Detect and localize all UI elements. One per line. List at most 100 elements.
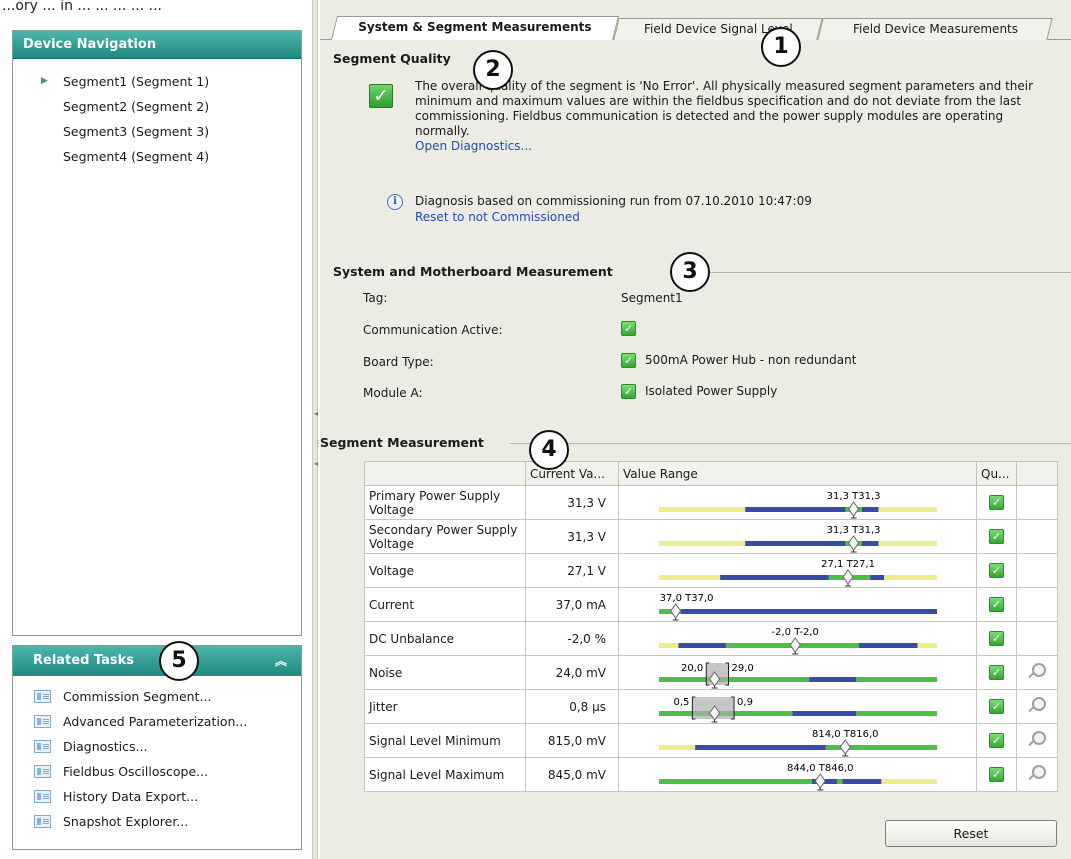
task-window-icon <box>34 690 51 703</box>
quality-cell: ✓ <box>976 757 1017 792</box>
task-diagnostics[interactable]: Diagnostics... <box>13 734 301 759</box>
table-row[interactable]: Noise 24,0 mV 20,0 29,0 ✓ <box>364 655 1058 690</box>
range-band <box>809 677 857 682</box>
zoom-cell[interactable] <box>1016 655 1058 690</box>
range-marker-diamond <box>789 637 801 653</box>
top-caption: ...ory ... in ... ... ... ... ... <box>2 0 162 14</box>
reset-not-commissioned-link[interactable]: Reset to not Commissioned <box>415 210 580 224</box>
range-label: 31,3 T31,3 <box>827 491 881 502</box>
magnifier-icon[interactable] <box>1028 730 1046 748</box>
reset-button[interactable]: Reset <box>885 820 1057 847</box>
range-band <box>659 677 810 682</box>
magnifier-icon[interactable] <box>1028 764 1046 782</box>
measurement-name: Secondary Power Supply Voltage <box>364 519 526 554</box>
info-icon: i <box>387 194 403 210</box>
table-row[interactable]: Secondary Power Supply Voltage 31,3 V 31,3… <box>364 519 1058 554</box>
table-row[interactable]: Signal Level Maximum 845,0 mV 844,0 T846,0… <box>364 757 1058 792</box>
related-tasks-title: Related Tasks <box>33 653 135 668</box>
task-snapshot-explorer[interactable]: Snapshot Explorer... <box>13 809 301 834</box>
task-advanced-parameterization[interactable]: Advanced Parameterization... <box>13 709 301 734</box>
task-window-icon <box>34 740 51 753</box>
table-row[interactable]: Current 37,0 mA 37,0 T37,0 ✓ <box>364 587 1058 622</box>
magnifier-icon[interactable] <box>1028 696 1046 714</box>
range-marker-tick <box>842 754 849 757</box>
quality-text: The overall quality of the segment is 'N… <box>415 79 1034 138</box>
table-row[interactable]: Voltage 27,1 V 27,1 T27,1 ✓ <box>364 553 1058 588</box>
column-header-quality[interactable]: Qu... <box>976 461 1017 486</box>
table-row[interactable]: DC Unbalance -2,0 % -2,0 T-2,0 ✓ <box>364 621 1058 656</box>
range-max-label: 29,0 <box>732 663 754 674</box>
zoom-cell[interactable] <box>1016 689 1058 724</box>
board-type-label: Board Type: <box>363 355 434 369</box>
range-bar-graphic: 20,0 29,0 <box>659 662 937 689</box>
range-band <box>695 745 826 750</box>
value-range-bar: 27,1 T27,1 <box>618 553 977 588</box>
range-band <box>856 677 937 682</box>
expand-arrow-icon[interactable]: ▶ <box>41 69 48 94</box>
range-marker-diamond <box>839 739 851 755</box>
section-divider <box>706 272 1071 273</box>
diagnosis-info: Diagnosis based on commissioning run fro… <box>415 193 812 225</box>
collapse-chevron-icon[interactable]: ︽ <box>275 646 287 676</box>
zoom-cell <box>1016 587 1058 622</box>
column-header-value-range[interactable]: Value Range <box>618 461 977 486</box>
table-row[interactable]: Signal Level Minimum 815,0 mV 814,0 T816,0… <box>364 723 1058 758</box>
open-diagnostics-link[interactable]: Open Diagnostics... <box>415 139 532 153</box>
tab-field-device-measurements[interactable]: Field Device Measurements <box>817 18 1053 40</box>
range-bar-graphic: 27,1 T27,1 <box>659 559 937 587</box>
device-navigation-title: Device Navigation <box>13 31 301 59</box>
table-row[interactable]: Jitter 0,8 µs 0,5 0,9 ✓ <box>364 689 1058 724</box>
value-range-bar: 31,3 T31,3 <box>618 519 977 554</box>
measurement-name: Noise <box>364 655 526 690</box>
task-window-icon <box>34 815 51 828</box>
column-header-name[interactable] <box>364 461 526 486</box>
system-measurement-title: System and Motherboard Measurement <box>333 264 613 279</box>
magnifier-icon[interactable] <box>1028 662 1046 680</box>
segment-quality-description: The overall quality of the segment is 'N… <box>415 79 1045 154</box>
check-icon: ✓ <box>989 563 1004 578</box>
range-marker-diamond <box>814 773 826 789</box>
related-tasks-panel: Related Tasks ︽ Commission Segment... Ad… <box>12 645 302 850</box>
nav-item-label: Segment1 (Segment 1) <box>63 74 210 89</box>
task-label: Snapshot Explorer... <box>63 814 189 829</box>
zoom-cell[interactable] <box>1016 723 1058 758</box>
nav-item-label: Segment3 (Segment 3) <box>63 124 210 139</box>
quality-cell: ✓ <box>976 485 1017 520</box>
current-value: 845,0 mV <box>525 757 619 792</box>
range-marker-tick <box>845 584 852 587</box>
range-marker-tick <box>817 788 824 791</box>
range-marker-diamond <box>847 535 860 551</box>
tab-system-segment-measurements[interactable]: System & Segment Measurements <box>331 16 619 40</box>
range-band <box>878 541 937 546</box>
check-icon: ✓ <box>621 384 636 399</box>
range-band <box>884 575 937 580</box>
nav-item-segment1[interactable]: ▶ Segment1 (Segment 1) <box>13 69 301 94</box>
table-row[interactable]: Primary Power Supply Voltage 31,3 V 31,3 T… <box>364 485 1058 520</box>
range-band <box>659 609 937 614</box>
zoom-cell[interactable] <box>1016 757 1058 792</box>
task-commission-segment[interactable]: Commission Segment... <box>13 684 301 709</box>
task-fieldbus-oscilloscope[interactable]: Fieldbus Oscilloscope... <box>13 759 301 784</box>
quality-cell: ✓ <box>976 519 1017 554</box>
zoom-cell <box>1016 519 1058 554</box>
check-icon: ✓ <box>989 597 1004 612</box>
task-window-icon <box>34 790 51 803</box>
main-content: System & Segment Measurements Field Devi… <box>320 0 1071 859</box>
task-history-data-export[interactable]: History Data Export... <box>13 784 301 809</box>
range-band <box>659 575 721 580</box>
panel-splitter[interactable]: ◂ ⋮ ◂ <box>312 0 322 859</box>
nav-item-segment3[interactable]: Segment3 (Segment 3) <box>13 119 301 144</box>
measurement-name: Primary Power Supply Voltage <box>364 485 526 520</box>
splitter-grip-icon: ◂ <box>314 459 319 468</box>
value-range-bar: 0,5 0,9 <box>618 689 977 724</box>
measurement-name: Current <box>364 587 526 622</box>
range-label: 31,3 T31,3 <box>827 525 881 536</box>
nav-item-segment2[interactable]: Segment2 (Segment 2) <box>13 94 301 119</box>
section-divider <box>510 443 1071 444</box>
measurement-name: Jitter <box>364 689 526 724</box>
current-value: 815,0 mV <box>525 723 619 758</box>
range-bar-graphic: 37,0 T37,0 <box>659 593 937 621</box>
nav-item-segment4[interactable]: Segment4 (Segment 4) <box>13 144 301 169</box>
range-band <box>881 779 937 784</box>
check-icon: ✓ <box>989 699 1004 714</box>
